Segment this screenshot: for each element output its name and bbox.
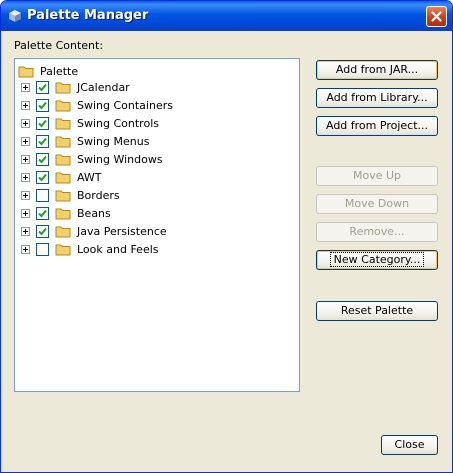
add-from-library-button[interactable]: Add from Library... <box>316 88 438 108</box>
category-checkbox[interactable] <box>36 242 49 256</box>
tree-item[interactable]: Beans <box>21 204 111 222</box>
category-checkbox[interactable] <box>36 188 49 202</box>
checkmark-icon <box>38 173 47 181</box>
palette-manager-window: Palette Manager Palette Content: Palette… <box>0 0 453 473</box>
category-checkbox[interactable] <box>36 80 49 94</box>
category-checkbox[interactable] <box>36 98 49 112</box>
add-from-jar-button[interactable]: Add from JAR... <box>316 60 438 80</box>
folder-icon <box>55 208 71 219</box>
tree-item[interactable]: Swing Windows <box>21 150 163 168</box>
expand-plus-icon[interactable] <box>21 154 30 164</box>
checkmark-icon <box>38 209 47 217</box>
category-checkbox[interactable] <box>36 224 49 238</box>
folder-icon <box>55 100 71 111</box>
tree-item[interactable]: JCalendar <box>21 78 130 96</box>
tree-item[interactable]: Java Persistence <box>21 222 167 240</box>
tree-item[interactable]: Look and Feels <box>21 240 159 258</box>
window-close-button[interactable] <box>426 6 447 27</box>
expand-plus-icon[interactable] <box>21 226 30 236</box>
tree-item-label: JCalendar <box>77 80 130 94</box>
category-checkbox[interactable] <box>36 116 49 130</box>
checkmark-icon <box>38 101 47 109</box>
app-cube-icon <box>9 10 21 22</box>
move-down-button[interactable]: Move Down <box>316 194 438 214</box>
close-icon <box>431 11 442 22</box>
palette-tree[interactable]: Palette JCalendar Swing Containers Swing C… <box>14 58 300 392</box>
title-bar[interactable]: Palette Manager <box>1 1 452 31</box>
tree-item-label: Java Persistence <box>77 224 167 238</box>
remove-button[interactable]: Remove... <box>316 222 438 242</box>
category-checkbox[interactable] <box>36 152 49 166</box>
expand-plus-icon[interactable] <box>21 172 30 182</box>
tree-item-label: Swing Menus <box>77 134 150 148</box>
tree-item-label: Borders <box>77 188 120 202</box>
expand-plus-icon[interactable] <box>21 82 30 92</box>
checkmark-icon <box>38 155 47 163</box>
checkmark-icon <box>38 119 47 127</box>
category-checkbox[interactable] <box>36 170 49 184</box>
tree-item[interactable]: Swing Controls <box>21 114 159 132</box>
tree-item[interactable]: Borders <box>21 186 120 204</box>
category-checkbox[interactable] <box>36 206 49 220</box>
expand-plus-icon[interactable] <box>21 118 30 128</box>
window-title: Palette Manager <box>27 8 149 23</box>
folder-icon <box>18 66 34 77</box>
dialog-body: Palette Content: Palette JCalendar Swing … <box>4 31 449 469</box>
folder-icon <box>55 172 71 183</box>
close-button[interactable]: Close <box>381 435 438 455</box>
tree-item[interactable]: Swing Menus <box>21 132 149 150</box>
reset-palette-button[interactable]: Reset Palette <box>316 301 438 321</box>
tree-item-label: Look and Feels <box>77 242 159 256</box>
move-up-button[interactable]: Move Up <box>316 166 438 186</box>
expand-plus-icon[interactable] <box>21 136 30 146</box>
palette-content-label: Palette Content: <box>14 39 104 52</box>
checkmark-icon <box>38 137 47 145</box>
tree-item[interactable]: Swing Containers <box>21 96 173 114</box>
tree-item-label: Swing Controls <box>77 116 159 130</box>
tree-item-label: Beans <box>77 206 111 220</box>
tree-root-label: Palette <box>40 64 79 78</box>
expand-plus-icon[interactable] <box>21 100 30 110</box>
add-from-project-button[interactable]: Add from Project... <box>316 116 438 136</box>
tree-root-palette[interactable]: Palette <box>18 63 78 79</box>
expand-plus-icon[interactable] <box>21 190 30 200</box>
new-category-button[interactable]: New Category... <box>316 250 438 270</box>
checkmark-icon <box>38 227 47 235</box>
folder-icon <box>55 190 71 201</box>
tree-item-label: Swing Containers <box>77 98 173 112</box>
folder-icon <box>55 136 71 147</box>
checkmark-icon <box>38 83 47 91</box>
tree-item-label: AWT <box>77 170 102 184</box>
category-checkbox[interactable] <box>36 134 49 148</box>
tree-item[interactable]: AWT <box>21 168 102 186</box>
folder-icon <box>55 82 71 93</box>
folder-icon <box>55 118 71 129</box>
folder-icon <box>55 244 71 255</box>
tree-item-label: Swing Windows <box>77 152 163 166</box>
folder-icon <box>55 154 71 165</box>
expand-plus-icon[interactable] <box>21 208 30 218</box>
folder-icon <box>55 226 71 237</box>
expand-plus-icon[interactable] <box>21 244 30 254</box>
